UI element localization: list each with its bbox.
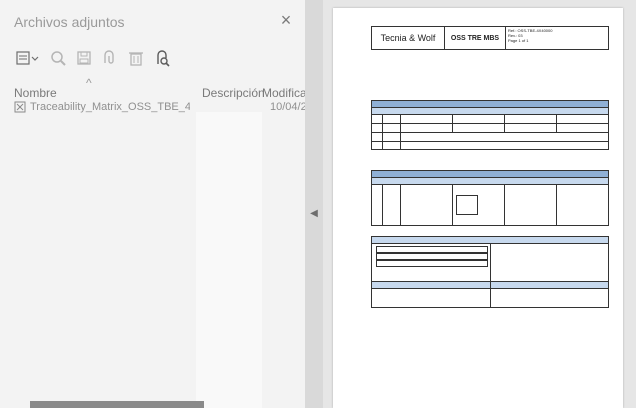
comments-table xyxy=(371,170,609,226)
delete-icon[interactable] xyxy=(126,48,146,68)
project-code: OSS TRE MBS xyxy=(445,27,506,49)
revision-table xyxy=(371,100,609,150)
save-icon[interactable] xyxy=(74,48,94,68)
excel-file-icon xyxy=(14,101,26,116)
attachments-toolbar xyxy=(14,46,178,70)
stamp-box xyxy=(456,195,478,215)
table-title-bar xyxy=(372,171,608,178)
table-header-row xyxy=(372,108,608,115)
table-row xyxy=(372,115,608,124)
collapse-arrow-icon[interactable]: ◀ xyxy=(309,208,319,220)
document-page: Tecnia & Wolf OSS TRE MBS Ref.: OSS-TBE-… xyxy=(333,8,623,408)
attachments-panel: Archivos adjuntos × ^ Nombre Descripción… xyxy=(0,0,313,408)
approval-codes xyxy=(372,244,491,281)
file-name: Traceability_Matrix_OSS_TBE_4X400000... xyxy=(30,101,190,113)
code-row xyxy=(376,260,488,267)
description-column-area xyxy=(196,112,262,408)
approval-block xyxy=(371,236,609,308)
close-icon[interactable]: × xyxy=(276,10,296,30)
signature-divider xyxy=(490,281,491,307)
panel-splitter[interactable]: ◀ xyxy=(305,0,323,408)
search-attachment-icon[interactable] xyxy=(152,48,172,68)
meta-line: Page 1 of 1 xyxy=(508,38,529,43)
view-options-icon[interactable] xyxy=(14,48,42,68)
approval-header xyxy=(372,237,608,244)
document-meta: Ref.: OSS-TBE-4X40000 Rev.: 03 Page 1 of… xyxy=(506,27,608,49)
open-icon[interactable] xyxy=(100,48,120,68)
table-header-row xyxy=(372,178,608,185)
panel-title: Archivos adjuntos xyxy=(14,14,125,30)
document-view: Tecnia & Wolf OSS TRE MBS Ref.: OSS-TBE-… xyxy=(323,0,636,408)
company-name: Tecnia & Wolf xyxy=(372,27,445,49)
document-header-block: Tecnia & Wolf OSS TRE MBS Ref.: OSS-TBE-… xyxy=(371,26,609,50)
horizontal-scrollbar[interactable] xyxy=(30,401,204,408)
code-row xyxy=(376,253,488,260)
table-row xyxy=(372,133,608,142)
sort-caret-icon: ^ xyxy=(86,76,92,90)
table-title-bar xyxy=(372,101,608,108)
table-row xyxy=(372,124,608,133)
table-row xyxy=(372,142,608,150)
table-row xyxy=(372,185,608,225)
code-row xyxy=(376,246,488,253)
list-item[interactable]: Traceability_Matrix_OSS_TBE_4X400000... … xyxy=(0,98,313,116)
approval-notes xyxy=(491,244,608,281)
attach-icon[interactable] xyxy=(48,48,68,68)
